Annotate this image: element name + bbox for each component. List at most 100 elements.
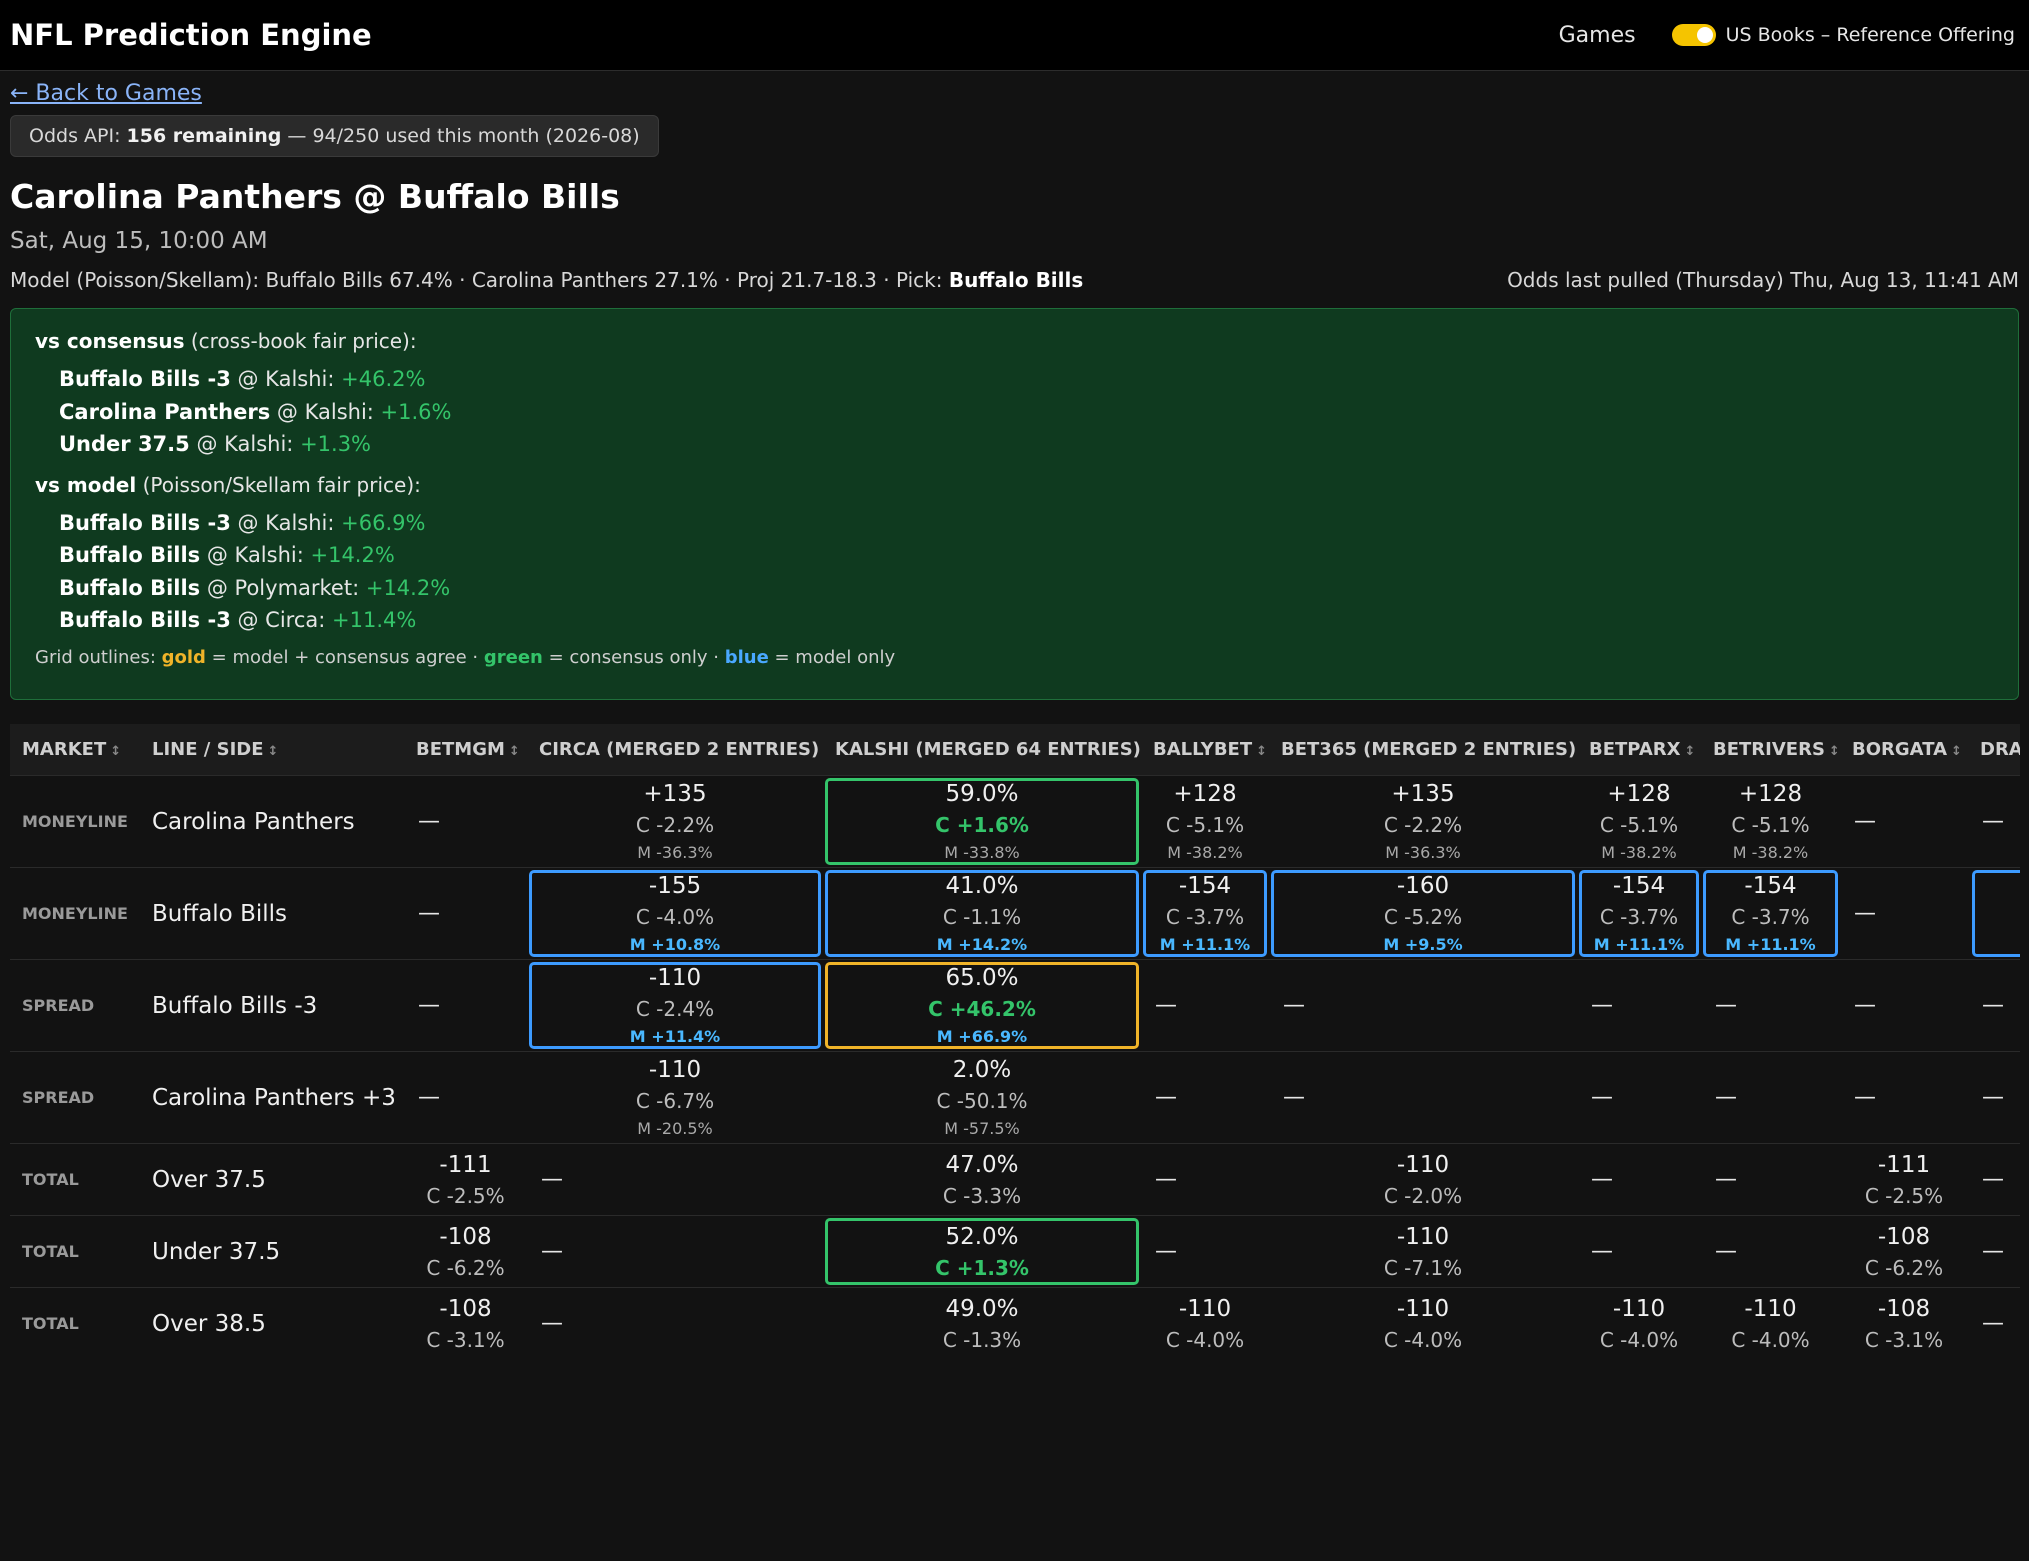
sort-icon[interactable]: ↕ (1685, 744, 1696, 759)
odds-cell-box[interactable]: -154 C -3.7% M +11.1% (1143, 870, 1267, 957)
model-edge-item[interactable]: Buffalo Bills -3 @ Kalshi: +66.9% (59, 507, 1994, 540)
odds-cell[interactable]: 49.0% C -1.3% (823, 1287, 1141, 1359)
nav-games-link[interactable]: Games (1559, 23, 1636, 48)
odds-cell[interactable]: -160 C -5.2% M +9.5% (1269, 867, 1577, 959)
odds-cell[interactable]: -110 C -4.0% (1141, 1287, 1269, 1359)
column-header[interactable]: BALLYBET ↕ (1141, 724, 1269, 775)
column-header-label: BET365 (MERGED 2 ENTRIES) (1281, 739, 1577, 760)
column-header[interactable]: LINE / SIDE ↕ (140, 724, 404, 775)
odds-cell[interactable]: -110 C -4.0% (1269, 1287, 1577, 1359)
odds-cell[interactable]: +135 C -2.2% M -36.3% (1269, 775, 1577, 867)
odds-cell-box[interactable]: -160 C -5.2% M +9.5% (1271, 870, 1575, 957)
odds-cell-box[interactable]: -110 C -4.0% (1143, 1290, 1267, 1357)
odds-cell[interactable] (1968, 867, 2020, 959)
odds-cell[interactable]: -111 C -2.5% (1840, 1143, 1968, 1215)
odds-cell-box[interactable]: -110 C -6.7% M -20.5% (529, 1054, 821, 1141)
consensus-edge-item[interactable]: Under 37.5 @ Kalshi: +1.3% (59, 428, 1994, 461)
odds-cell-box[interactable]: 49.0% C -1.3% (825, 1290, 1139, 1357)
column-header[interactable]: BETMGM ↕ (404, 724, 527, 775)
odds-cell[interactable]: +128 C -5.1% M -38.2% (1577, 775, 1701, 867)
odds-cell[interactable]: -108 C -3.1% (404, 1287, 527, 1359)
consensus-edge-item[interactable]: Buffalo Bills -3 @ Kalshi: +46.2% (59, 363, 1994, 396)
odds-cell[interactable]: -110 C -2.0% (1269, 1143, 1577, 1215)
column-header[interactable]: BETPARX ↕ (1577, 724, 1701, 775)
sort-icon[interactable]: ↕ (1951, 744, 1962, 759)
odds-cell[interactable]: -154 C -3.7% M +11.1% (1577, 867, 1701, 959)
sort-icon[interactable]: ↕ (268, 744, 279, 759)
odds-cell-box[interactable]: 52.0% C +1.3% (825, 1218, 1139, 1285)
odds-cell-box[interactable]: +135 C -2.2% M -36.3% (1271, 778, 1575, 865)
odds-cell-box[interactable]: 2.0% C -50.1% M -57.5% (825, 1054, 1139, 1141)
odds-cell-box[interactable]: -154 C -3.7% M +11.1% (1703, 870, 1838, 957)
odds-cell-box[interactable]: -108 C -6.2% (406, 1218, 525, 1285)
odds-cell-box[interactable]: +135 C -2.2% M -36.3% (529, 778, 821, 865)
consensus-edge-item[interactable]: Carolina Panthers @ Kalshi: +1.6% (59, 396, 1994, 429)
model-edge-item[interactable]: Buffalo Bills -3 @ Circa: +11.4% (59, 604, 1994, 637)
us-books-toggle[interactable] (1671, 24, 1716, 46)
odds-cell[interactable]: +128 C -5.1% M -38.2% (1701, 775, 1840, 867)
odds-cell[interactable]: -155 C -4.0% M +10.8% (527, 867, 823, 959)
consensus-edge: C -5.2% (1383, 904, 1463, 929)
sort-icon[interactable]: ↕ (1256, 744, 1267, 759)
app-title[interactable]: NFL Prediction Engine (10, 18, 372, 52)
odds-cell-box[interactable]: -110 C -4.0% (1579, 1290, 1699, 1357)
odds-cell-box[interactable]: 65.0% C +46.2% M +66.9% (825, 962, 1139, 1049)
odds-cell[interactable]: -108 C -6.2% (1840, 1215, 1968, 1287)
odds-cell[interactable]: -108 C -6.2% (404, 1215, 527, 1287)
odds-cell[interactable]: -110 C -2.4% M +11.4% (527, 959, 823, 1051)
odds-cell-box[interactable]: -108 C -3.1% (406, 1290, 525, 1357)
back-to-games-link[interactable]: ← Back to Games (10, 81, 202, 106)
odds-cell-box[interactable]: -155 C -4.0% M +10.8% (529, 870, 821, 957)
odds-cell[interactable]: 59.0% C +1.6% M -33.8% (823, 775, 1141, 867)
odds-cell[interactable]: 47.0% C -3.3% (823, 1143, 1141, 1215)
odds-grid-wrapper[interactable]: MARKET ↕ LINE / SIDE ↕ BETMGM ↕ CIRCA (MERGED … (10, 724, 2020, 1359)
odds-cell[interactable]: 52.0% C +1.3% (823, 1215, 1141, 1287)
sort-icon[interactable]: ↕ (509, 744, 520, 759)
odds-cell-box[interactable]: 41.0% C -1.1% M +14.2% (825, 870, 1139, 957)
odds-cell-box[interactable]: +128 C -5.1% M -38.2% (1703, 778, 1838, 865)
odds-cell[interactable]: -154 C -3.7% M +11.1% (1701, 867, 1840, 959)
odds-cell[interactable]: -110 C -7.1% (1269, 1215, 1577, 1287)
odds-cell-box[interactable]: -108 C -6.2% (1842, 1218, 1966, 1285)
odds-cell-box[interactable]: 59.0% C +1.6% M -33.8% (825, 778, 1139, 865)
odds-cell[interactable]: +135 C -2.2% M -36.3% (527, 775, 823, 867)
column-header[interactable]: BETRIVERS ↕ (1701, 724, 1840, 775)
column-header[interactable]: MARKET ↕ (10, 724, 140, 775)
odds-cell-box[interactable]: -154 C -3.7% M +11.1% (1579, 870, 1699, 957)
us-books-toggle-label[interactable]: US Books – Reference Offering (1726, 24, 2015, 46)
odds-cell[interactable]: -154 C -3.7% M +11.1% (1141, 867, 1269, 959)
odds-cell[interactable]: -110 C -4.0% (1577, 1287, 1701, 1359)
odds-cell-box[interactable]: -108 C -3.1% (1842, 1290, 1966, 1357)
model-edge-item[interactable]: Buffalo Bills @ Kalshi: +14.2% (59, 539, 1994, 572)
odds-cell-box[interactable]: -111 C -2.5% (406, 1146, 525, 1213)
odds-cell[interactable]: 65.0% C +46.2% M +66.9% (823, 959, 1141, 1051)
model-edge: M -20.5% (637, 1118, 713, 1138)
odds-cell-box[interactable]: -110 C -4.0% (1271, 1290, 1575, 1357)
model-section-title: vs model (Poisson/Skellam fair price): (35, 473, 1994, 497)
odds-cell-box[interactable]: -110 C -2.4% M +11.4% (529, 962, 821, 1049)
column-header[interactable]: DRAFTKINGS↕ (1968, 724, 2020, 775)
sort-icon[interactable]: ↕ (1829, 744, 1840, 759)
odds-cell-box[interactable]: -110 C -7.1% (1271, 1218, 1575, 1285)
odds-cell[interactable]: -108 C -3.1% (1840, 1287, 1968, 1359)
column-header[interactable]: BET365 (MERGED 2 ENTRIES)↕ (1269, 724, 1577, 775)
odds-cell-box[interactable]: -111 C -2.5% (1842, 1146, 1966, 1213)
odds-cell[interactable]: -110 C -6.7% M -20.5% (527, 1051, 823, 1143)
odds-cell-box[interactable]: -110 C -4.0% (1703, 1290, 1838, 1357)
odds-cell-box[interactable]: 47.0% C -3.3% (825, 1146, 1139, 1213)
odds-cell[interactable]: 2.0% C -50.1% M -57.5% (823, 1051, 1141, 1143)
model-edge: M +10.8% (629, 934, 721, 954)
odds-cell[interactable]: 41.0% C -1.1% M +14.2% (823, 867, 1141, 959)
odds-cell-box[interactable]: +128 C -5.1% M -38.2% (1579, 778, 1699, 865)
odds-cell[interactable]: -111 C -2.5% (404, 1143, 527, 1215)
odds-cell[interactable]: -110 C -4.0% (1701, 1287, 1840, 1359)
odds-cell-box[interactable]: -110 C -2.0% (1271, 1146, 1575, 1213)
column-header[interactable]: KALSHI (MERGED 64 ENTRIES)↕ (823, 724, 1141, 775)
market-cell: SPREAD (10, 959, 140, 1051)
sort-icon[interactable]: ↕ (110, 744, 121, 759)
odds-cell-box[interactable]: +128 C -5.1% M -38.2% (1143, 778, 1267, 865)
model-edge-item[interactable]: Buffalo Bills @ Polymarket: +14.2% (59, 572, 1994, 605)
odds-cell[interactable]: +128 C -5.1% M -38.2% (1141, 775, 1269, 867)
column-header[interactable]: BORGATA ↕ (1840, 724, 1968, 775)
column-header[interactable]: CIRCA (MERGED 2 ENTRIES)↕ (527, 724, 823, 775)
